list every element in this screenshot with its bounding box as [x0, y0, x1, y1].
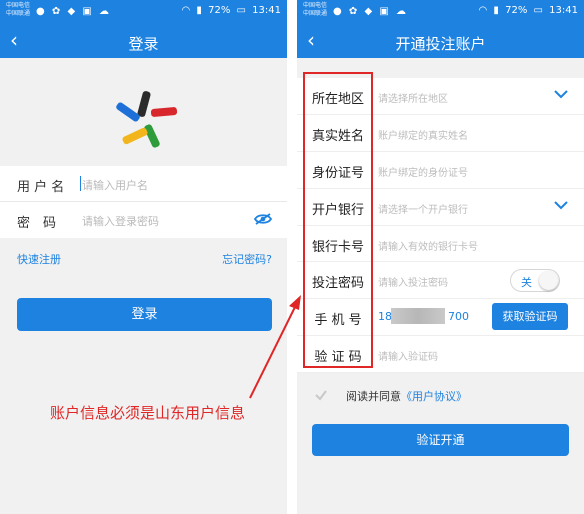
screenshot-stage: 中国电信 中国联通 ● ✿ ◆ ▣ ☁ ◠ ▮ 72% ▭ 13:41 ‹ 登录 — [0, 0, 584, 514]
annotation-arrow-icon — [249, 295, 301, 399]
annotation-caption: 账户信息必须是山东用户信息 — [50, 404, 246, 422]
